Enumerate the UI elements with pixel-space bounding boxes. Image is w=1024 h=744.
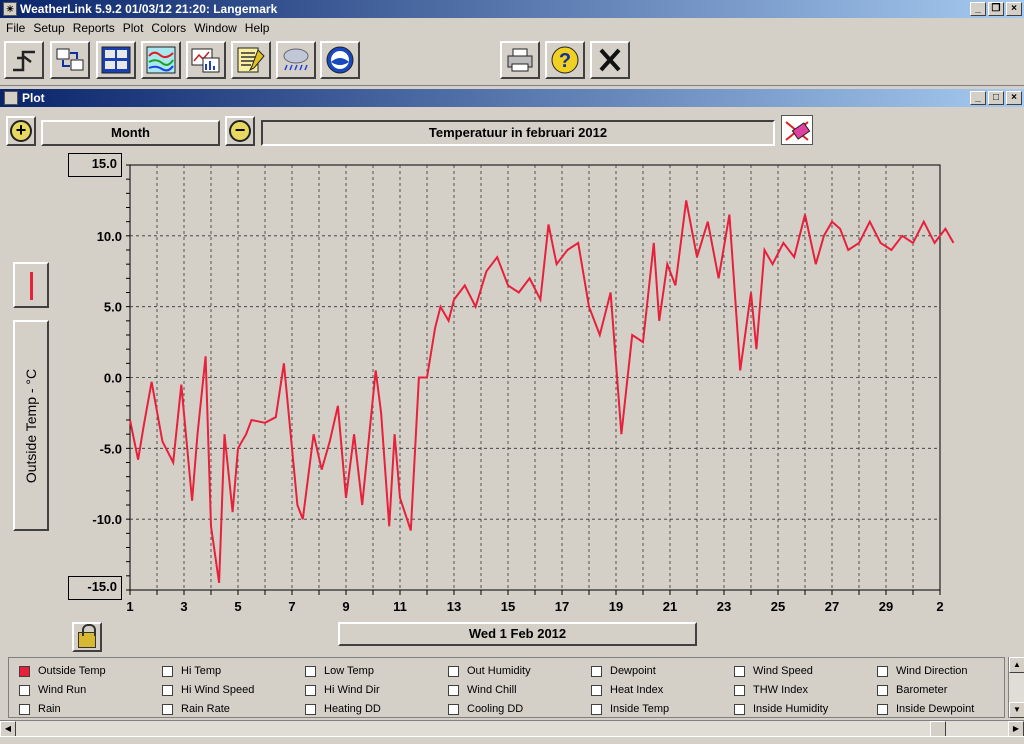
y-tick-label: 5.0 xyxy=(104,300,122,315)
legend-checkbox[interactable] xyxy=(305,703,316,715)
legend-label: Wind Speed xyxy=(753,665,813,677)
x-tick-label: 25 xyxy=(771,599,785,614)
scroll-right-icon[interactable]: ▶ xyxy=(1008,721,1024,737)
legend-item[interactable]: Outside Temp xyxy=(19,662,106,680)
legend-item[interactable]: Hi Temp xyxy=(162,662,221,680)
legend-label: Wind Run xyxy=(38,684,87,696)
x-tick-label: 17 xyxy=(555,599,569,614)
x-tick-label: 21 xyxy=(663,599,677,614)
y-tick-label: -10.0 xyxy=(92,512,122,527)
legend-checkbox[interactable] xyxy=(734,684,745,696)
legend-label: Inside Humidity xyxy=(753,703,829,715)
legend-checkbox[interactable] xyxy=(734,665,745,677)
legend-checkbox[interactable] xyxy=(877,703,888,715)
legend-label: Low Temp xyxy=(324,665,374,677)
legend-item[interactable]: Wind Run xyxy=(19,681,86,699)
legend-checkbox[interactable] xyxy=(162,665,173,677)
y-tick-label: 0.0 xyxy=(104,371,122,386)
legend-label: Hi Wind Dir xyxy=(324,684,380,696)
legend-label: Barometer xyxy=(896,684,948,696)
legend-item[interactable]: Hi Wind Dir xyxy=(305,681,380,699)
legend-checkbox[interactable] xyxy=(305,665,316,677)
scroll-up-icon[interactable]: ▲ xyxy=(1009,657,1024,673)
x-tick-label: 1 xyxy=(126,599,133,614)
legend-checkbox[interactable] xyxy=(162,703,173,715)
legend-item[interactable]: Out Humidity xyxy=(448,662,531,680)
x-tick-label: 11 xyxy=(393,599,407,614)
legend-label: Hi Wind Speed xyxy=(181,684,255,696)
legend-item[interactable]: Wind Speed xyxy=(734,662,813,680)
legend-item[interactable]: Hi Wind Speed xyxy=(162,681,254,699)
series-legend: Outside Temp Hi Temp Low Temp Out Humidity D… xyxy=(8,657,1005,718)
legend-item[interactable]: Inside Dewpoint xyxy=(877,700,974,718)
legend-item[interactable]: Heating DD xyxy=(305,700,381,718)
legend-checkbox[interactable] xyxy=(591,703,602,715)
x-tick-label: 2 xyxy=(936,599,943,614)
y-tick-label: -5.0 xyxy=(100,441,122,456)
legend-checkbox[interactable] xyxy=(19,665,30,677)
legend-scrollbar[interactable]: ▲ ▼ xyxy=(1008,657,1024,718)
legend-label: Wind Direction xyxy=(896,665,968,677)
legend-checkbox[interactable] xyxy=(162,684,173,696)
legend-label: Dewpoint xyxy=(610,665,656,677)
legend-label: Cooling DD xyxy=(467,703,524,715)
x-tick-label: 15 xyxy=(501,599,515,614)
scroll-left-icon[interactable]: ◀ xyxy=(0,721,16,737)
x-tick-label: 19 xyxy=(609,599,623,614)
status-bar xyxy=(0,736,1024,744)
horizontal-scrollbar[interactable]: ◀ ▶ xyxy=(0,720,1024,737)
legend-checkbox[interactable] xyxy=(448,703,459,715)
legend-item[interactable]: Dewpoint xyxy=(591,662,656,680)
x-tick-label: 29 xyxy=(879,599,893,614)
legend-item[interactable]: Rain xyxy=(19,700,61,718)
legend-item[interactable]: Rain Rate xyxy=(162,700,230,718)
legend-item[interactable]: THW Index xyxy=(734,681,808,699)
legend-item[interactable]: Heat Index xyxy=(591,681,663,699)
legend-label: Out Humidity xyxy=(467,665,531,677)
x-tick-label: 13 xyxy=(447,599,461,614)
x-axis-date-button[interactable]: Wed 1 Feb 2012 xyxy=(338,622,697,646)
y-tick-label: 10.0 xyxy=(97,229,122,244)
legend-item[interactable]: Inside Temp xyxy=(591,700,669,718)
x-tick-label: 5 xyxy=(234,599,241,614)
legend-item[interactable]: Low Temp xyxy=(305,662,374,680)
legend-checkbox[interactable] xyxy=(877,665,888,677)
x-tick-label: 23 xyxy=(717,599,731,614)
x-tick-label: 3 xyxy=(180,599,187,614)
temperature-chart: 10.05.00.0-5.0-10.01 3 5 7 9 11 13 15 17 19 21 23 25… xyxy=(92,164,955,614)
legend-checkbox[interactable] xyxy=(305,684,316,696)
legend-label: Wind Chill xyxy=(467,684,517,696)
legend-checkbox[interactable] xyxy=(19,684,30,696)
scroll-track[interactable] xyxy=(1009,673,1024,702)
legend-label: Heating DD xyxy=(324,703,381,715)
legend-checkbox[interactable] xyxy=(448,665,459,677)
legend-checkbox[interactable] xyxy=(591,665,602,677)
legend-label: Inside Dewpoint xyxy=(896,703,975,715)
legend-checkbox[interactable] xyxy=(877,684,888,696)
legend-item[interactable]: Wind Direction xyxy=(877,662,968,680)
legend-checkbox[interactable] xyxy=(734,703,745,715)
legend-label: Outside Temp xyxy=(38,665,106,677)
legend-label: Rain Rate xyxy=(181,703,230,715)
legend-item[interactable]: Wind Chill xyxy=(448,681,517,699)
legend-label: Rain xyxy=(38,703,61,715)
x-tick-label: 27 xyxy=(825,599,839,614)
legend-item[interactable]: Inside Humidity xyxy=(734,700,828,718)
legend-checkbox[interactable] xyxy=(448,684,459,696)
lock-button[interactable] xyxy=(72,622,102,652)
legend-label: Hi Temp xyxy=(181,665,222,677)
legend-label: Heat Index xyxy=(610,684,664,696)
x-tick-label: 9 xyxy=(342,599,349,614)
scroll-thumb[interactable] xyxy=(930,721,946,737)
x-tick-label: 7 xyxy=(288,599,295,614)
legend-label: THW Index xyxy=(753,684,809,696)
scroll-down-icon[interactable]: ▼ xyxy=(1009,702,1024,718)
legend-item[interactable]: Cooling DD xyxy=(448,700,523,718)
legend-label: Inside Temp xyxy=(610,703,670,715)
lock-icon xyxy=(78,624,96,648)
legend-checkbox[interactable] xyxy=(19,703,30,715)
legend-item[interactable]: Barometer xyxy=(877,681,947,699)
legend-checkbox[interactable] xyxy=(591,684,602,696)
